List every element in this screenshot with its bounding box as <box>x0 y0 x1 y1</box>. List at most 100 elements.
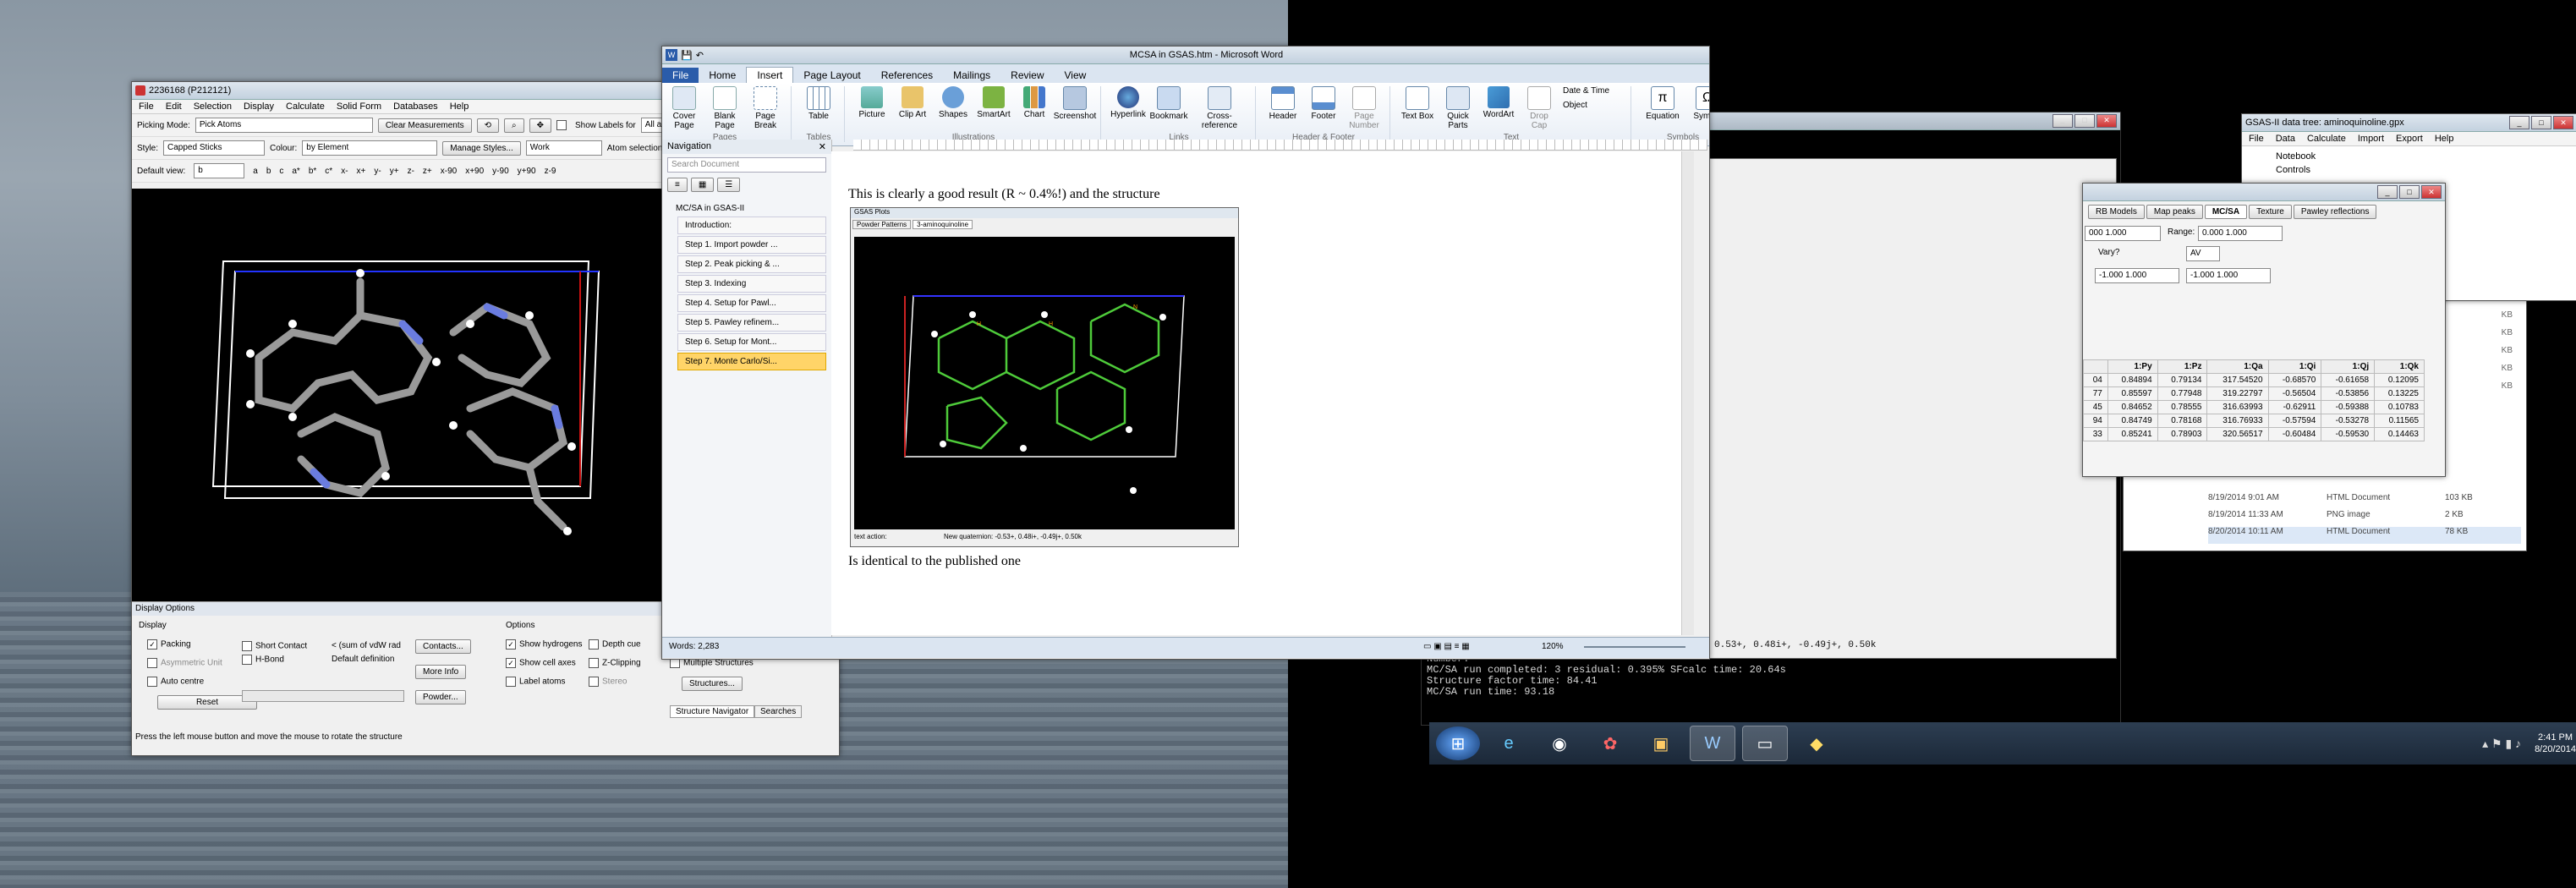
tab-mcsa[interactable]: MC/SA <box>2204 205 2248 219</box>
browse-results-icon[interactable]: ☰ <box>717 178 741 192</box>
nav-item[interactable]: Step 3. Indexing <box>677 275 826 293</box>
show-hydrogens-option[interactable]: ✓ Show hydrogens <box>506 639 583 650</box>
symbol-button[interactable]: ΩSymbol <box>1691 86 1709 121</box>
menu-selection[interactable]: Selection <box>194 101 232 112</box>
manage-styles-button[interactable]: Manage Styles... <box>442 140 521 156</box>
table-button[interactable]: Table <box>802 86 836 121</box>
object-button[interactable]: Object <box>1563 101 1622 110</box>
wordart-button[interactable]: WordArt <box>1482 86 1515 119</box>
packing-checkbox[interactable]: ✓ <box>147 639 157 650</box>
rotate-x-minus-90-button[interactable]: x-90 <box>441 167 457 176</box>
z-clipping-option[interactable]: Z-Clipping <box>589 658 641 668</box>
minimize-icon[interactable]: _ <box>2509 116 2529 129</box>
menu-display[interactable]: Display <box>244 101 274 112</box>
tab-structure-navigator[interactable]: Structure Navigator <box>670 705 755 718</box>
label-atoms-checkbox[interactable] <box>506 677 516 687</box>
horizontal-scrollbar[interactable] <box>242 690 404 702</box>
table-row[interactable]: 94 0.84749 0.78168 316.76933 -0.57594 -0.5327… <box>2083 414 2425 428</box>
menu-calculate[interactable]: Calculate <box>286 101 325 112</box>
close-icon[interactable]: ✕ <box>2096 114 2117 128</box>
rotate-y-minus-button[interactable]: y- <box>374 167 381 176</box>
rotate-z-plus-button[interactable]: z+ <box>423 167 432 176</box>
tray-icons[interactable]: ▴ ⚑ ▮ ♪ <box>2482 737 2521 751</box>
rotate-x-plus-button[interactable]: x+ <box>357 167 366 176</box>
h-bond-option[interactable]: H-Bond <box>242 655 284 665</box>
rotate-z-minus-90-button[interactable]: z-9 <box>545 167 556 176</box>
tab-searches[interactable]: Searches <box>754 705 803 718</box>
cover-page-button[interactable]: Cover Page <box>667 86 701 130</box>
file-row[interactable]: 8/20/2014 10:11 AM HTML Document 78 KB <box>2208 527 2521 544</box>
view-a-button[interactable]: a <box>253 167 258 176</box>
short-contact-checkbox[interactable] <box>242 641 252 651</box>
network-icon[interactable]: ◉ <box>1537 726 1581 760</box>
footer-button[interactable]: Footer <box>1307 86 1340 121</box>
rotate-y-plus-90-button[interactable]: y+90 <box>518 167 536 176</box>
zoom-level[interactable]: 120% <box>1542 642 1564 651</box>
menu-help[interactable]: Help <box>450 101 469 112</box>
save-icon[interactable]: 💾 <box>681 50 693 61</box>
limits-field-1[interactable]: -1.000 1.000 <box>2095 268 2179 283</box>
close-icon[interactable]: ✕ <box>2553 116 2573 129</box>
table-row[interactable]: 04 0.84894 0.79134 317.54520 -0.68570 -0.6165… <box>2083 373 2425 387</box>
hyperlink-button[interactable]: Hyperlink <box>1110 86 1146 119</box>
tree-item-notebook[interactable]: Notebook <box>2276 150 2543 163</box>
stereo-checkbox[interactable] <box>589 677 599 687</box>
asymmetric-unit-checkbox[interactable] <box>147 658 157 668</box>
show-cell-axes-option[interactable]: ✓ Show cell axes <box>506 658 576 668</box>
picking-mode-select[interactable]: Pick Atoms <box>195 118 373 133</box>
clip-art-button[interactable]: Clip Art <box>896 86 929 119</box>
clock[interactable]: 2:41 PM 8/20/2014 <box>2528 732 2576 755</box>
browse-headings-icon[interactable]: ≡ <box>667 178 688 192</box>
auto-centre-checkbox[interactable] <box>147 677 157 687</box>
page-break-button[interactable]: Page Break <box>748 86 782 130</box>
shapes-button[interactable]: Shapes <box>936 86 970 119</box>
h-bond-checkbox[interactable] <box>242 655 252 665</box>
colour-select[interactable]: by Element <box>302 140 438 156</box>
file-row[interactable]: 8/19/2014 9:01 AM HTML Document 103 KB <box>2208 493 2521 510</box>
contacts-button[interactable]: Contacts... <box>415 639 471 654</box>
menu-help[interactable]: Help <box>2435 134 2454 144</box>
show-labels-checkbox[interactable] <box>556 120 567 130</box>
nav-item-selected[interactable]: Step 7. Monte Carlo/Si... <box>677 353 826 370</box>
tab-rb-models[interactable]: RB Models <box>2088 205 2145 219</box>
translate-tool-icon[interactable]: ✥ <box>529 118 552 133</box>
vary-select[interactable]: AV <box>2186 246 2220 261</box>
show-hydrogens-checkbox[interactable]: ✓ <box>506 639 516 650</box>
view-b-star-button[interactable]: b* <box>309 167 316 176</box>
rotate-y-minus-90-button[interactable]: y-90 <box>492 167 508 176</box>
undo-icon[interactable]: ↶ <box>696 50 704 61</box>
menu-edit[interactable]: Edit <box>166 101 182 112</box>
show-cell-axes-checkbox[interactable]: ✓ <box>506 658 516 668</box>
word-count[interactable]: Words: 2,283 <box>669 642 719 651</box>
maximize-icon[interactable]: □ <box>2075 114 2095 128</box>
bookmark-button[interactable]: Bookmark <box>1150 86 1188 121</box>
nav-item[interactable]: Step 4. Setup for Pawl... <box>677 294 826 312</box>
menu-data[interactable]: Data <box>2276 134 2295 144</box>
nav-item[interactable]: Step 6. Setup for Mont... <box>677 333 826 351</box>
menu-import[interactable]: Import <box>2358 134 2384 144</box>
packing-option[interactable]: ✓ Packing <box>147 639 191 650</box>
maximize-icon[interactable]: □ <box>2399 185 2420 199</box>
folder-icon[interactable]: ▣ <box>1639 726 1683 760</box>
view-c-button[interactable]: c <box>279 167 283 176</box>
table-row[interactable]: 45 0.84652 0.78555 316.63993 -0.62911 -0.5938… <box>2083 400 2425 414</box>
rotate-x-minus-button[interactable]: x- <box>341 167 348 176</box>
quick-parts-button[interactable]: Quick Parts <box>1441 86 1475 130</box>
tab-pawley-reflections[interactable]: Pawley reflections <box>2293 205 2377 219</box>
python-icon[interactable]: ◆ <box>1795 726 1839 760</box>
date-time-button[interactable]: Date & Time <box>1563 86 1622 96</box>
menu-export[interactable]: Export <box>2396 134 2423 144</box>
tree-item-controls[interactable]: Controls <box>2276 163 2543 177</box>
powder-button[interactable]: Powder... <box>415 690 466 704</box>
depth-cue-option[interactable]: Depth cue <box>589 639 641 650</box>
screenshot-button[interactable]: Screenshot <box>1054 86 1096 121</box>
stereo-option[interactable]: Stereo <box>589 677 627 687</box>
table-row[interactable]: 77 0.85597 0.77948 319.22797 -0.56504 -0.5385… <box>2083 386 2425 401</box>
style-select[interactable]: Capped Sticks <box>163 140 266 156</box>
tab-references[interactable]: References <box>871 68 943 83</box>
word-taskbar-icon[interactable]: W <box>1690 726 1735 761</box>
rotate-x-plus-90-button[interactable]: x+90 <box>465 167 484 176</box>
nav-search-input[interactable]: Search Document <box>667 157 826 173</box>
tab-texture[interactable]: Texture <box>2249 205 2292 219</box>
menu-file[interactable]: File <box>139 101 154 112</box>
